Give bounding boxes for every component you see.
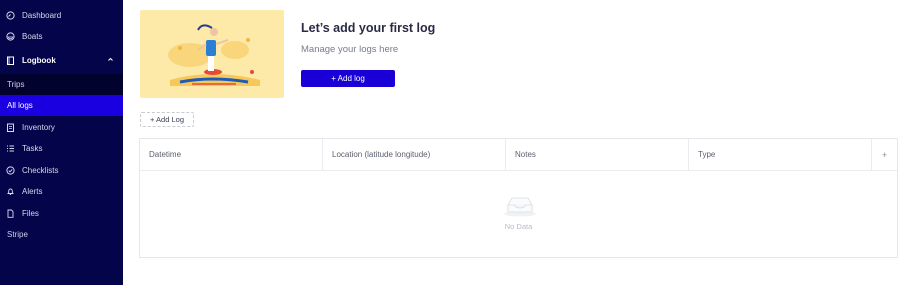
chevron-up-icon[interactable] [107,56,114,65]
table-header: Datetime Location (latitude longitude) N… [140,139,897,171]
sidebar-item-label: All logs [7,101,33,110]
sidebar-item-alerts[interactable]: Alerts [0,181,123,202]
column-header-type[interactable]: Type [689,139,872,170]
sidebar-item-label: Files [22,209,39,218]
sidebar-item-dashboard[interactable]: Dashboard [0,5,123,26]
sidebar-item-label: Checklists [22,166,59,175]
sidebar-item-all-logs[interactable]: All logs [0,95,123,116]
column-header-datetime[interactable]: Datetime [140,139,323,170]
sidebar-item-label: Alerts [22,187,43,196]
sidebar-item-label: Logbook [22,56,56,65]
sidebar-item-checklists[interactable]: Checklists [0,160,123,181]
add-column-button[interactable]: + [872,139,897,170]
add-log-row-button[interactable]: + Add Log [140,112,194,127]
sidebar-item-logbook[interactable]: Logbook [0,50,123,71]
sidebar: Dashboard Boats Logbook Trips All logs I… [0,0,123,285]
column-header-location[interactable]: Location (latitude longitude) [323,139,506,170]
logbook-icon [6,56,15,65]
tasks-icon [6,144,15,153]
logs-table: Datetime Location (latitude longitude) N… [139,138,898,258]
file-icon [6,209,15,218]
sidebar-item-label: Boats [22,32,43,41]
bell-icon [6,187,15,196]
empty-state-title: Let’s add your first log [301,21,436,35]
boat-icon [6,32,15,41]
checklist-icon [6,166,15,175]
empty-state-subtitle: Manage your logs here [301,44,399,55]
empty-inbox-icon [502,195,538,217]
sidebar-item-boats[interactable]: Boats [0,26,123,47]
sidebar-item-label: Trips [7,80,25,89]
sidebar-item-files[interactable]: Files [0,203,123,224]
sidebar-item-trips[interactable]: Trips [0,74,123,95]
add-log-button[interactable]: + Add log [301,70,395,87]
sidebar-item-label: Dashboard [22,11,62,20]
sidebar-item-stripe[interactable]: Stripe [0,224,123,245]
empty-state-illustration [140,10,284,98]
inventory-icon [6,123,15,132]
sidebar-item-tasks[interactable]: Tasks [0,138,123,159]
sidebar-item-label: Stripe [7,230,28,239]
sidebar-item-inventory[interactable]: Inventory [0,117,123,138]
sidebar-item-label: Inventory [22,123,55,132]
dashboard-icon [6,11,15,20]
sidebar-item-label: Tasks [22,144,43,153]
empty-table-text: No Data [504,222,533,231]
column-header-notes[interactable]: Notes [506,139,689,170]
